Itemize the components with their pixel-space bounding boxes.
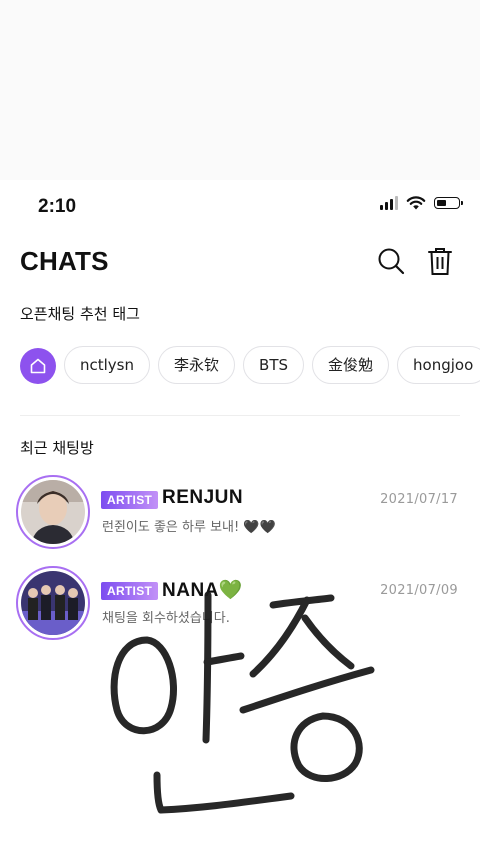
status-bar: 2:10 [0,180,480,232]
trash-icon [428,248,452,275]
avatar-photo [21,571,85,635]
tag-chip[interactable]: 李永钦 [158,346,236,384]
wifi-icon [406,196,426,210]
tag-chip[interactable]: nctlysn [64,346,151,384]
chat-last-message: 런쥔이도 좋은 하루 보내! 🖤🖤 [102,520,276,535]
blank-top-area [0,0,480,180]
chat-date: 2021/07/17 [380,492,458,507]
delete-button[interactable] [424,244,456,278]
chat-row-renjun[interactable]: ARTIST RENJUN 2021/07/17 런쥔이도 좋은 하루 보내! … [0,472,480,552]
search-icon [378,248,405,275]
status-time: 2:10 [38,196,77,217]
recent-chats-label: 최근 채팅방 [20,439,94,457]
chat-row-nana[interactable]: ARTIST NANA💚 2021/07/09 채팅을 회수하셨습니다. [0,563,480,643]
search-button[interactable] [375,244,407,278]
page-title: CHATS [20,246,109,276]
home-tag-button[interactable] [20,348,56,384]
signal-icon [380,196,398,210]
avatar [16,566,90,640]
artist-badge: ARTIST [101,491,159,509]
artist-badge: ARTIST [101,582,159,600]
chat-name: RENJUN [162,487,244,508]
chat-name: NANA💚 [162,580,244,601]
battery-icon [434,197,463,209]
chat-last-message: 채팅을 회수하셨습니다. [102,611,230,626]
chats-header: CHATS [0,232,480,292]
tag-chip[interactable]: 金俊勉 [312,346,390,384]
chat-date: 2021/07/09 [380,583,458,598]
recommended-tags: nctlysn 李永钦 BTS 金俊勉 hongjoo [20,346,480,386]
section-divider [20,415,460,416]
tag-chip[interactable]: hongjoo [397,346,480,384]
avatar [16,475,90,549]
status-icons [380,196,463,210]
tag-chip[interactable]: BTS [243,346,305,384]
avatar-photo [21,480,85,544]
recommended-tags-label: 오픈채팅 추천 태그 [20,305,140,323]
home-icon [30,358,46,374]
